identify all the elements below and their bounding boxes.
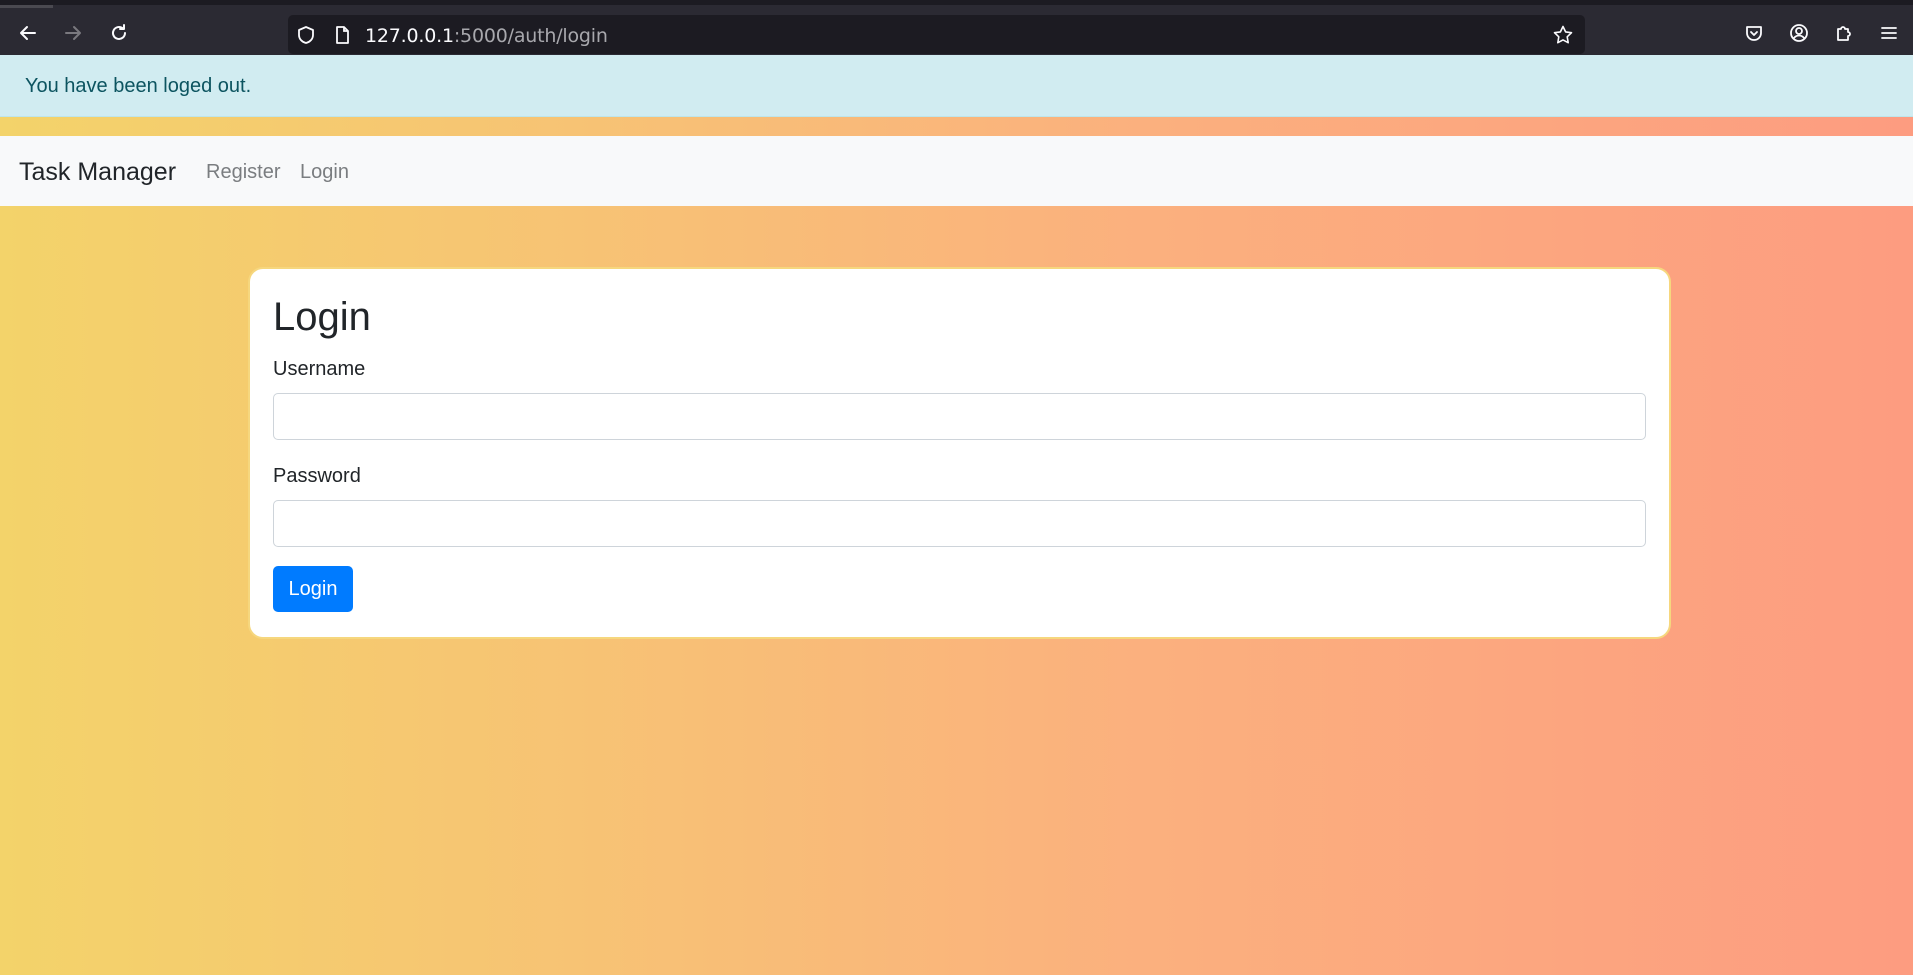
username-label: Username <box>273 358 366 380</box>
address-bar[interactable]: 127.0.0.1:5000/auth/login <box>288 15 1585 54</box>
forward-button[interactable] <box>58 18 88 48</box>
page-icon <box>331 24 353 46</box>
nav-link-register[interactable]: Register <box>206 161 280 184</box>
pocket-icon <box>1746 26 1762 41</box>
browser-toolbar: 127.0.0.1:5000/auth/login <box>0 0 1913 55</box>
url-path: :5000/auth/login <box>453 25 608 47</box>
tab-indicator <box>0 5 53 8</box>
shield-icon[interactable] <box>295 24 317 46</box>
login-card: Login Username Password Login <box>248 267 1671 639</box>
nav-link-login[interactable]: Login <box>300 161 349 184</box>
url-text[interactable]: 127.0.0.1:5000/auth/login <box>365 25 608 47</box>
password-input[interactable] <box>273 500 1646 547</box>
back-button[interactable] <box>13 18 43 48</box>
password-label: Password <box>273 465 361 487</box>
back-arrow-icon <box>20 26 36 40</box>
url-host: 127.0.0.1 <box>365 25 454 47</box>
reload-button[interactable] <box>104 18 134 48</box>
puzzle-icon <box>1837 26 1851 41</box>
page-content: You have been loged out. Task Manager Re… <box>0 55 1913 975</box>
account-button[interactable] <box>1784 18 1814 48</box>
extensions-button[interactable] <box>1829 18 1859 48</box>
navbar: Task Manager Register Login <box>0 136 1913 206</box>
menu-button[interactable] <box>1874 18 1904 48</box>
login-button[interactable]: Login <box>273 566 353 612</box>
hamburger-menu-icon <box>1881 27 1897 39</box>
login-title: Login <box>273 295 371 339</box>
alert-message: You have been loged out. <box>25 75 252 97</box>
logout-alert: You have been loged out. <box>0 55 1913 117</box>
username-input[interactable] <box>273 393 1646 440</box>
navbar-brand[interactable]: Task Manager <box>19 158 176 187</box>
bookmark-star-icon[interactable] <box>1552 24 1574 46</box>
reload-icon <box>112 24 126 40</box>
pocket-button[interactable] <box>1739 18 1769 48</box>
account-icon <box>1790 24 1808 42</box>
forward-arrow-icon <box>65 26 81 40</box>
